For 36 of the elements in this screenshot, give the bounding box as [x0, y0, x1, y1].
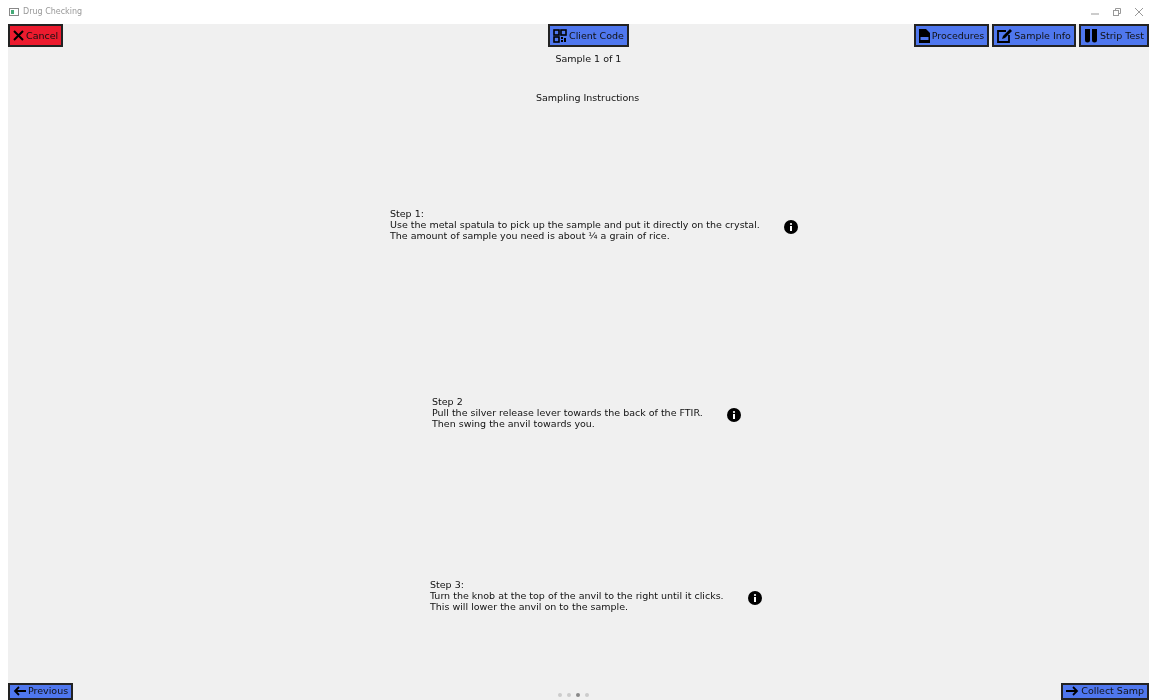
step-title: Step 3:	[430, 579, 465, 590]
step-text: The amount of sample you need is about ¼ a grain of rice.	[390, 230, 671, 241]
client-code-button[interactable]: Client Code	[548, 24, 629, 47]
window-title: Drug Checking	[23, 6, 83, 18]
cancel-button[interactable]: Cancel	[8, 24, 64, 47]
step-text: Pull the silver release lever towards the back of the FTIR.	[432, 407, 703, 418]
close-icon[interactable]	[1135, 8, 1143, 16]
restore-icon[interactable]	[1113, 8, 1121, 16]
page-dot[interactable]	[585, 693, 589, 697]
step-title: Step 1:	[390, 208, 425, 219]
info-icon[interactable]	[747, 591, 762, 605]
right-arrow-icon	[1066, 686, 1080, 696]
left-arrow-icon	[13, 686, 26, 696]
instructions-heading: Sampling Instructions	[536, 91, 640, 105]
edit-icon	[997, 28, 1013, 43]
step-title: Step 2	[432, 396, 464, 407]
info-icon[interactable]	[783, 220, 798, 234]
close-icon	[13, 30, 24, 41]
page-dot[interactable]	[576, 693, 580, 697]
sample-info-button[interactable]: Sample Info	[992, 24, 1076, 47]
previous-button[interactable]: Previous	[8, 683, 74, 700]
qr-code-icon	[553, 28, 567, 43]
procedures-button[interactable]: Procedures	[913, 24, 990, 47]
step-text: This will lower the anvil on to the sample.	[430, 601, 630, 612]
test-tubes-icon	[1083, 28, 1098, 43]
pdf-file-icon	[918, 28, 930, 43]
step-text: Turn the knob at the top of the anvil to the right until it clicks.	[430, 590, 724, 601]
info-icon[interactable]	[726, 408, 741, 422]
step-text: Then swing the anvil towards you.	[432, 418, 596, 429]
strip-test-button[interactable]: Strip Test	[1078, 24, 1149, 47]
app-icon	[9, 8, 19, 16]
sample-counter: Sample 1 of 1	[555, 52, 622, 66]
page-dot[interactable]	[567, 693, 571, 697]
step-text: Use the metal spatula to pick up the sample and put it directly on the crystal.	[390, 219, 760, 230]
page-dot[interactable]	[558, 693, 562, 697]
collect-sample-button[interactable]: Collect Samp	[1061, 683, 1149, 700]
